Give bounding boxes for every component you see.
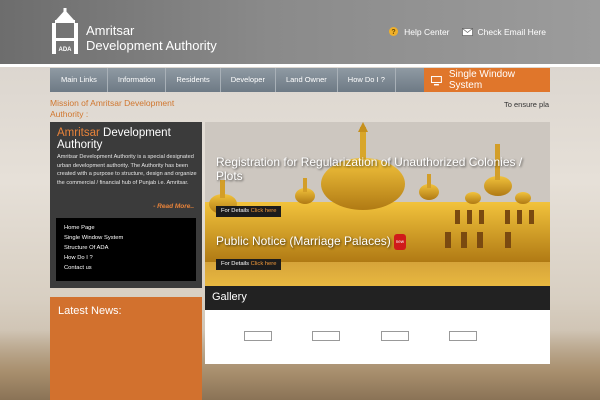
single-window-label: Single Window System: [448, 69, 516, 91]
nav-how-do-i[interactable]: How Do I ?: [338, 68, 396, 92]
nav-residents[interactable]: Residents: [166, 68, 221, 92]
nav-main-links[interactable]: Main Links: [50, 68, 108, 92]
about-text: Amritsar Development Authority is a spec…: [57, 154, 197, 186]
read-more-link[interactable]: - Read More..: [153, 203, 194, 210]
quick-link-structure[interactable]: Structure Of ADA: [64, 243, 188, 253]
slide-caption-public-notice[interactable]: Public Notice (Marriage Palaces) new: [216, 234, 406, 250]
check-email-link[interactable]: Check Email Here: [461, 26, 547, 37]
header-divider: [0, 64, 600, 67]
main-nav: Main Links Information Residents Develop…: [50, 68, 550, 92]
single-window-button[interactable]: Single Window System: [424, 68, 550, 92]
brand-line-2: Development Authority: [86, 38, 217, 53]
mission-ticker: To ensure pla: [504, 100, 550, 109]
ada-logo: ADA: [52, 8, 78, 54]
svg-text:?: ?: [392, 29, 396, 36]
slide-caption-regularization[interactable]: Registration for Regularization of Unaut…: [216, 155, 526, 183]
latest-news-panel: Latest News:: [50, 297, 202, 400]
latest-news-title: Latest News:: [58, 305, 122, 317]
quick-link-contact[interactable]: Contact us: [64, 263, 188, 273]
about-title-accent: Amritsar: [57, 127, 100, 139]
site-header: ADA Amritsar Development Authority ? Hel…: [0, 0, 600, 64]
help-icon: ?: [389, 27, 399, 36]
gallery-header: Gallery: [205, 286, 550, 310]
click-here-label-2: Click here: [250, 261, 277, 267]
about-panel: Amritsar Development Authority Amritsar …: [50, 122, 202, 288]
quick-link-how-do-i[interactable]: How Do I ?: [64, 253, 188, 263]
email-icon: [461, 28, 473, 36]
details-label-2: For Details: [221, 261, 250, 267]
logo-text: ADA: [59, 47, 73, 53]
nav-information[interactable]: Information: [108, 68, 167, 92]
gallery-thumbnail[interactable]: [244, 331, 272, 341]
gallery-thumbnail[interactable]: [381, 331, 409, 341]
gallery-body: [205, 310, 550, 364]
about-title: Amritsar Development Authority: [57, 127, 197, 151]
public-notice-text: Public Notice (Marriage Palaces): [216, 234, 391, 249]
quick-links: Home Page Single Window System Structure…: [56, 218, 196, 281]
nav-land-owner[interactable]: Land Owner: [276, 68, 338, 92]
top-links: ? Help Center Check Email Here: [388, 26, 546, 37]
check-email-label: Check Email Here: [477, 26, 547, 37]
help-center-link[interactable]: ? Help Center: [388, 26, 450, 37]
help-center-label: Help Center: [404, 26, 450, 37]
gallery-title: Gallery: [212, 291, 247, 303]
details-button-public-notice[interactable]: For Details Click here: [216, 259, 282, 270]
gallery-thumbnail[interactable]: [312, 331, 340, 341]
quick-link-home[interactable]: Home Page: [64, 223, 188, 233]
hero-slider[interactable]: Registration for Regularization of Unaut…: [205, 122, 550, 286]
quick-link-single-window[interactable]: Single Window System: [64, 233, 188, 243]
mission-heading: Mission of Amritsar Development Authorit…: [50, 98, 175, 119]
details-button-regularization[interactable]: For Details Click here: [216, 206, 282, 217]
nav-developer[interactable]: Developer: [221, 68, 276, 92]
brand-name[interactable]: Amritsar Development Authority: [86, 23, 217, 53]
computer-icon: [430, 75, 442, 85]
click-here-label: Click here: [250, 208, 277, 214]
brand-line-1: Amritsar: [86, 23, 135, 38]
new-badge: new: [393, 234, 406, 250]
details-label: For Details: [221, 208, 250, 214]
gallery-thumbnail[interactable]: [449, 331, 477, 341]
